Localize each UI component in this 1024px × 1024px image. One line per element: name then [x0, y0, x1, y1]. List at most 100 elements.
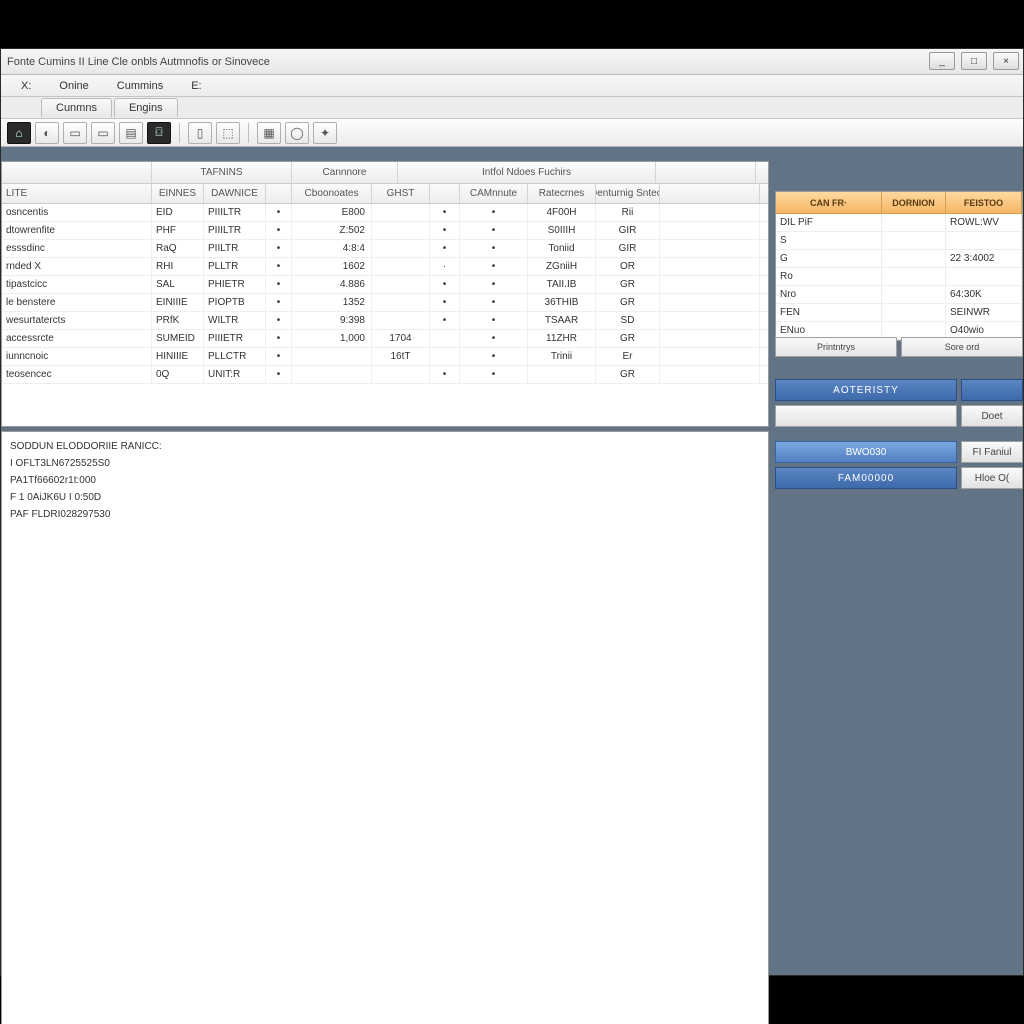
toolbar-sep: [179, 123, 180, 143]
table-row[interactable]: tipastciccSALPHIETR•4.886••TAII.IBGR: [2, 276, 768, 294]
cell: [372, 258, 430, 275]
toolbar-btn-2[interactable]: ◐: [35, 122, 59, 144]
toolbar-btn-8[interactable]: ⬚: [216, 122, 240, 144]
cell: GIR: [596, 222, 660, 239]
close-button[interactable]: ×: [993, 52, 1019, 70]
action-row1b[interactable]: [961, 379, 1023, 401]
menu-item-cummins[interactable]: Cummins: [103, 77, 177, 95]
cell: 4F00H: [528, 204, 596, 221]
cell: [430, 330, 460, 347]
side-cell: DIL PiF: [776, 214, 882, 231]
toolbar-btn-11[interactable]: ✦: [313, 122, 337, 144]
sort-ord-button[interactable]: Sore ord: [901, 337, 1023, 357]
cell: Z:502: [292, 222, 372, 239]
side-row[interactable]: Ro: [776, 268, 1022, 286]
table-row[interactable]: wesurtaterctsPRfKWILTR•9:398••TSAARSD: [2, 312, 768, 330]
col-eines[interactable]: EINNES: [152, 184, 204, 203]
table-row[interactable]: iunncnoicHINIIIEPLLCTR•16tT•TriniiEr: [2, 348, 768, 366]
table-row[interactable]: esssdincRaQPIILTR•4:8:4••ToniidGIR: [2, 240, 768, 258]
toolbar-btn-6[interactable]: ⌼: [147, 122, 171, 144]
super-col-grp1[interactable]: TAFNINS: [152, 162, 292, 183]
cell: wesurtatercts: [2, 312, 152, 329]
main-pane: TAFNINS Cannnore Intfol Ndoes Fuchirs LI…: [1, 147, 769, 971]
side-col-feistoo[interactable]: FEISTOO: [946, 192, 1022, 213]
side-row[interactable]: DIL PiFROWL:WV: [776, 214, 1022, 232]
col-camnnute[interactable]: CAMnnute: [460, 184, 528, 203]
home-icon[interactable]: ⌂: [7, 122, 31, 144]
cell: WILTR: [204, 312, 266, 329]
toolbar-btn-3[interactable]: ▭: [63, 122, 87, 144]
tab-engins[interactable]: Engins: [114, 98, 178, 117]
cell: iunncnoic: [2, 348, 152, 365]
toolbar-btn-4[interactable]: ▭: [91, 122, 115, 144]
table-row[interactable]: teosencec0QUNIT:R•••GR: [2, 366, 768, 384]
toolbar-btn-10[interactable]: ◯: [285, 122, 309, 144]
table-row[interactable]: le benstereEINIIIEPIOPTB•1352••36THIBGR: [2, 294, 768, 312]
cell: •: [460, 222, 528, 239]
cell: 36THIB: [528, 294, 596, 311]
action-row2a[interactable]: [775, 405, 957, 427]
col-denturnig[interactable]: Denturnig Sntecr: [596, 184, 660, 203]
side-row[interactable]: G22 3:4002: [776, 250, 1022, 268]
menu-item-file[interactable]: X:: [7, 77, 45, 95]
cell: esssdinc: [2, 240, 152, 257]
printentries-button[interactable]: Printntrys: [775, 337, 897, 357]
cell: RHI: [152, 258, 204, 275]
action-fi-faniul[interactable]: FI Faniul: [961, 441, 1023, 463]
table-row[interactable]: rnded XRHIPLLTR•1602·•ZGniiHOR: [2, 258, 768, 276]
sub-tab-bar: Cunmns Engins: [1, 97, 1023, 119]
side-col-dornion[interactable]: DORNION: [882, 192, 946, 213]
col-ratecrnes[interactable]: Ratecrnes: [528, 184, 596, 203]
table-row[interactable]: dtowrenfitePHFPIIILTR•Z:502••S0IIIHGIR: [2, 222, 768, 240]
col-choonoates[interactable]: Cboonoates: [292, 184, 372, 203]
cell: PLLTR: [204, 258, 266, 275]
cell: •: [460, 276, 528, 293]
menu-item-e[interactable]: E:: [177, 77, 215, 95]
side-row[interactable]: S: [776, 232, 1022, 250]
side-button-row: Printntrys Sore ord: [775, 337, 1023, 357]
cell: SAL: [152, 276, 204, 293]
table-row[interactable]: osncentisEIDPIIILTR•E800••4F00HRii: [2, 204, 768, 222]
super-col-grp3[interactable]: Intfol Ndoes Fuchirs: [398, 162, 656, 183]
cell: Toniid: [528, 240, 596, 257]
col-dawnice[interactable]: DAWNICE: [204, 184, 266, 203]
minimize-button[interactable]: _: [929, 52, 955, 70]
side-row[interactable]: Nro64:30K: [776, 286, 1022, 304]
action-hloe[interactable]: Hloe O(: [961, 467, 1023, 489]
col-6[interactable]: [430, 184, 460, 203]
side-col-canfr[interactable]: CAN FR·: [776, 192, 882, 213]
table-row[interactable]: accessrcteSUMEIDPIIIETR•1,0001704•11ZHRG…: [2, 330, 768, 348]
maximize-button[interactable]: □: [961, 52, 987, 70]
cell: [372, 222, 430, 239]
toolbar-btn-9[interactable]: ▦: [257, 122, 281, 144]
action-bw0030[interactable]: BWO030: [775, 441, 957, 463]
tab-cunmns[interactable]: Cunmns: [41, 98, 112, 117]
detail-line-0: SODDUN ELODDORIIE RANICC:: [10, 438, 760, 455]
cell: •: [460, 330, 528, 347]
cell: [660, 312, 760, 329]
cell: •: [266, 276, 292, 293]
toolbar-btn-7[interactable]: ▯: [188, 122, 212, 144]
side-row[interactable]: FENSEINWR: [776, 304, 1022, 322]
cell: rnded X: [2, 258, 152, 275]
cell: [660, 258, 760, 275]
cell: •: [430, 294, 460, 311]
cell: GR: [596, 366, 660, 383]
detail-text-area[interactable]: SODDUN ELODDORIIE RANICC: I OFLT3LN67255…: [1, 431, 769, 1024]
toolbar-sep-2: [248, 123, 249, 143]
col-lite[interactable]: LITE: [2, 184, 152, 203]
action-aoteristy[interactable]: AOTERISTY: [775, 379, 957, 401]
toolbar-btn-5[interactable]: ▤: [119, 122, 143, 144]
cell: HINIIIE: [152, 348, 204, 365]
col-3[interactable]: [266, 184, 292, 203]
cell: GIR: [596, 240, 660, 257]
action-doet[interactable]: Doet: [961, 405, 1023, 427]
col-ghst[interactable]: GHST: [372, 184, 430, 203]
action-fam00000[interactable]: FAM00000: [775, 467, 957, 489]
cell: PHF: [152, 222, 204, 239]
menu-item-online[interactable]: Onine: [45, 77, 102, 95]
table-body: osncentisEIDPIIILTR•E800••4F00HRiidtowre…: [2, 204, 768, 384]
cell: •: [266, 330, 292, 347]
super-col-grp2[interactable]: Cannnore: [292, 162, 398, 183]
cell: •: [266, 348, 292, 365]
